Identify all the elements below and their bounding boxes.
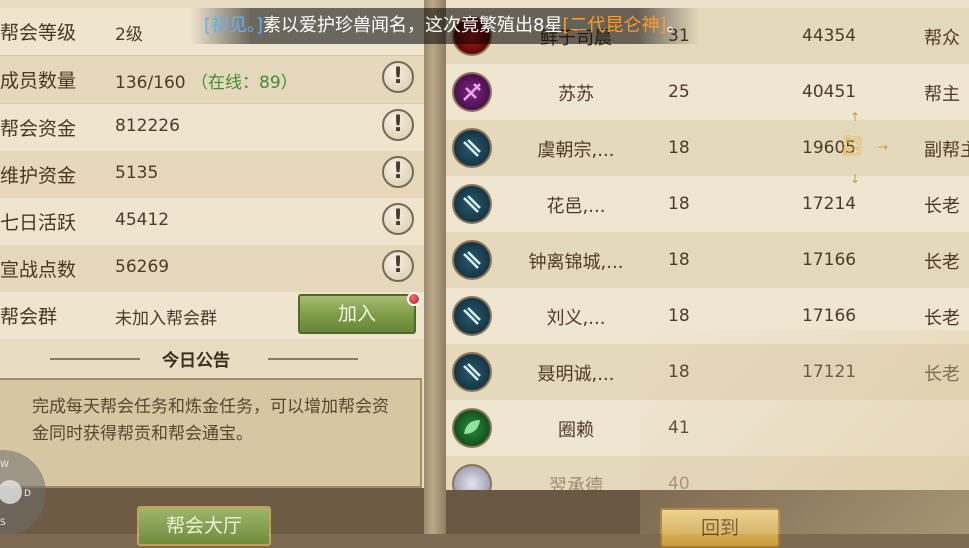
stat-row-members: 成员数量 136/160 （在线：89） ! bbox=[0, 56, 424, 104]
info-button[interactable]: ! bbox=[382, 109, 414, 141]
member-power: 17121 bbox=[802, 362, 857, 382]
notice-box: 完成每天帮会任务和炼金任务，可以增加帮会资金同时获得帮贡和帮会通宝。 bbox=[0, 378, 422, 488]
member-name: 圈赖 bbox=[558, 420, 594, 441]
stat-value: 45412 bbox=[115, 210, 170, 230]
stat-label: 宣战点数 bbox=[0, 259, 77, 281]
joystick-w-label: W bbox=[0, 460, 9, 470]
stat-label: 帮会群 bbox=[0, 306, 58, 328]
broadcast-item[interactable]: [二代昆仑神] bbox=[563, 15, 667, 36]
stat-value: 136/160 （在线：89） bbox=[115, 73, 298, 93]
stat-label: 维护资金 bbox=[0, 165, 77, 187]
member-rank: 帮众 bbox=[924, 28, 960, 49]
panel-divider bbox=[424, 0, 446, 534]
member-row[interactable]: 刘义,... 18 17166 长老 bbox=[446, 288, 969, 345]
member-row[interactable]: 翌承德 40 bbox=[446, 456, 969, 490]
member-rank: 长老 bbox=[924, 364, 960, 385]
member-level: 18 bbox=[668, 306, 690, 326]
info-button[interactable]: ! bbox=[382, 61, 414, 93]
broadcast-player[interactable]: [初见。] bbox=[204, 15, 263, 36]
member-level: 18 bbox=[668, 138, 690, 158]
member-power: 17166 bbox=[802, 250, 857, 270]
stat-label: 成员数量 bbox=[0, 70, 77, 92]
divider-right bbox=[268, 358, 358, 360]
notice-header: 今日公告 bbox=[0, 340, 424, 376]
member-level: 25 bbox=[668, 82, 690, 102]
member-row[interactable]: 花邑,... 18 17214 长老 bbox=[446, 176, 969, 233]
divider-left bbox=[50, 358, 140, 360]
member-rank: 长老 bbox=[924, 196, 960, 217]
member-level: 41 bbox=[668, 418, 690, 438]
joystick-knob[interactable] bbox=[0, 480, 22, 504]
game-screen: 帮会等级 2级 成员数量 136/160 （在线：89） ! 帮会资金 8122… bbox=[0, 0, 969, 548]
member-level: 18 bbox=[668, 194, 690, 214]
stat-value: 未加入帮会群 bbox=[115, 309, 217, 329]
member-rank: 帮主 bbox=[924, 84, 960, 105]
member-list[interactable]: 鲜于司晨 31 44354 帮众 苏苏 25 40451 帮主 虞朝宗,... … bbox=[446, 0, 969, 490]
member-power: 17214 bbox=[802, 194, 857, 214]
info-button[interactable]: ! bbox=[382, 203, 414, 235]
stat-value: 812226 bbox=[115, 116, 180, 136]
member-name: 苏苏 bbox=[558, 84, 594, 105]
stat-label: 帮会资金 bbox=[0, 118, 77, 140]
member-name: 钟离锦城,... bbox=[528, 252, 624, 273]
info-button[interactable]: ! bbox=[382, 250, 414, 282]
member-power: 44354 bbox=[802, 26, 857, 46]
member-name: 花邑,... bbox=[546, 196, 606, 217]
stat-row-war-points: 宣战点数 56269 ! bbox=[0, 245, 424, 293]
joystick-s-label: S bbox=[0, 518, 6, 528]
member-power: 19605 bbox=[802, 138, 857, 158]
member-rank: 副帮主 bbox=[924, 140, 969, 161]
member-name: 刘义,... bbox=[546, 308, 606, 329]
guild-info-panel: 帮会等级 2级 成员数量 136/160 （在线：89） ! 帮会资金 8122… bbox=[0, 0, 424, 534]
info-button[interactable]: ! bbox=[382, 156, 414, 188]
stat-value: 2级 bbox=[115, 25, 143, 45]
member-row[interactable]: 苏苏 25 40451 帮主 bbox=[446, 64, 969, 121]
notice-title: 今日公告 bbox=[162, 351, 230, 371]
stat-row-maintenance: 维护资金 5135 ! bbox=[0, 151, 424, 199]
stat-row-activity: 七日活跃 45412 ! bbox=[0, 198, 424, 246]
member-rank: 长老 bbox=[924, 252, 960, 273]
join-group-button[interactable]: 加入 bbox=[298, 294, 416, 334]
back-button[interactable]: 回到 bbox=[660, 508, 780, 548]
stat-value: 56269 bbox=[115, 257, 170, 277]
online-count: （在线：89） bbox=[191, 73, 298, 93]
member-power: 40451 bbox=[802, 82, 857, 102]
notification-dot-icon bbox=[407, 292, 421, 306]
member-row[interactable]: 钟离锦城,... 18 17166 长老 bbox=[446, 232, 969, 289]
member-row[interactable]: 聂明诚,... 18 17121 长老 bbox=[446, 344, 969, 401]
member-level: 40 bbox=[668, 474, 690, 490]
joystick-d-label: D bbox=[24, 489, 31, 499]
member-name: 翌承德 bbox=[549, 476, 603, 490]
system-broadcast: [初见。]素以爱护珍兽闻名，这次竟繁殖出8星[二代昆仑神]。 bbox=[190, 8, 699, 44]
stat-label: 帮会等级 bbox=[0, 22, 77, 44]
member-row[interactable]: 虞朝宗,... 18 19605 副帮主 bbox=[446, 120, 969, 177]
notice-text: 完成每天帮会任务和炼金任务，可以增加帮会资金同时获得帮贡和帮会通宝。 bbox=[32, 397, 389, 444]
member-power: 17166 bbox=[802, 306, 857, 326]
broadcast-suffix: 。 bbox=[666, 15, 685, 36]
member-name: 聂明诚,... bbox=[537, 364, 615, 385]
guild-hall-button[interactable]: 帮会大厅 bbox=[137, 506, 271, 546]
member-level: 18 bbox=[668, 362, 690, 382]
member-rank: 长老 bbox=[924, 308, 960, 329]
member-name: 虞朝宗,... bbox=[537, 140, 615, 161]
stat-row-funds: 帮会资金 812226 ! bbox=[0, 104, 424, 152]
stat-label: 七日活跃 bbox=[0, 212, 77, 234]
broadcast-text: 素以爱护珍兽闻名，这次竟繁殖出8星 bbox=[263, 15, 563, 36]
member-level: 18 bbox=[668, 250, 690, 270]
stat-value: 5135 bbox=[115, 163, 159, 183]
member-row[interactable]: 圈赖 41 bbox=[446, 400, 969, 457]
